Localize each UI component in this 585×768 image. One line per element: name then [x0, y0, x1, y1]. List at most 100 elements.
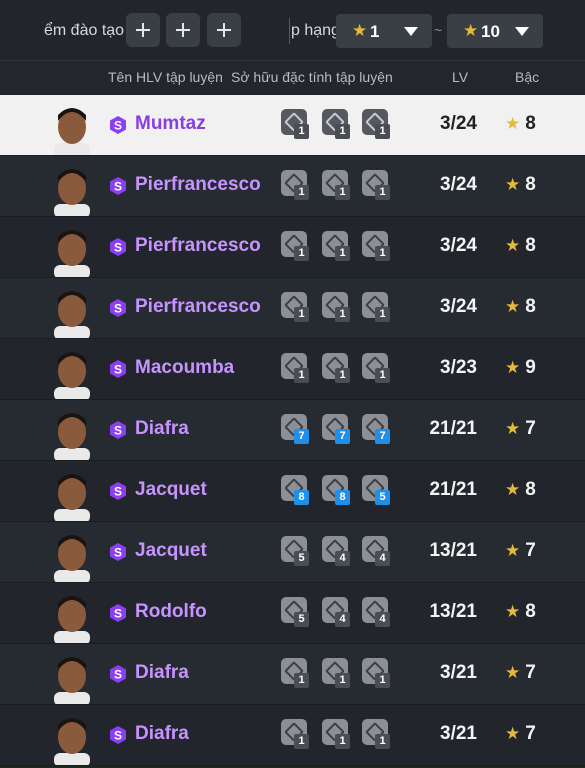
trait-icon[interactable]: 7: [281, 414, 317, 444]
coach-level: 3/24: [440, 296, 477, 317]
table-row[interactable]: S Jacquet 8 8 5 21/21 ★ 8: [0, 461, 585, 522]
trait-icon[interactable]: 1: [281, 231, 317, 261]
coach-level: 3/23: [440, 357, 477, 378]
trait-icon[interactable]: 1: [322, 170, 358, 200]
trait-icon[interactable]: 1: [322, 109, 358, 139]
table-row[interactable]: S Rodolfo 5 4 4 13/21 ★ 8: [0, 583, 585, 644]
svg-text:S: S: [114, 729, 122, 743]
coach-rank: ★ 8: [505, 235, 536, 257]
coach-level: 13/21: [429, 601, 477, 622]
coach-level: 3/21: [440, 662, 477, 683]
trait-icon[interactable]: 4: [322, 597, 358, 627]
rank-value: 8: [525, 174, 536, 195]
trait-level-badge: 4: [375, 551, 390, 566]
trait-level-badge: 1: [375, 185, 390, 200]
trait-icon[interactable]: 4: [362, 597, 398, 627]
table-row[interactable]: S Macoumba 1 1 1 3/23 ★ 9: [0, 339, 585, 400]
table-row[interactable]: S Jacquet 5 4 4 13/21 ★ 7: [0, 522, 585, 583]
trait-level-badge: 1: [294, 673, 309, 688]
trait-level-badge: 7: [294, 429, 309, 444]
coach-name: Diafra: [135, 723, 189, 744]
trait-level-badge: 1: [294, 368, 309, 383]
table-row[interactable]: S Pierfrancesco 1 1 1 3/24 ★ 8: [0, 156, 585, 217]
trait-icon[interactable]: 1: [281, 109, 317, 139]
add-slot-1-button[interactable]: [126, 13, 160, 47]
rank-filter-label: p hạng: [291, 22, 340, 39]
table-row[interactable]: S Mumtaz 1 1 1 3/24 ★ 8: [0, 95, 585, 156]
rank-value: 8: [525, 235, 536, 256]
svg-text:S: S: [114, 607, 122, 621]
svg-text:S: S: [114, 485, 122, 499]
special-badge-icon: S: [108, 664, 128, 684]
add-slot-3-button[interactable]: [207, 13, 241, 47]
rank-min-dropdown[interactable]: ★ 1: [336, 14, 432, 48]
trait-icon[interactable]: 8: [281, 475, 317, 505]
svg-text:S: S: [114, 668, 122, 682]
range-separator: ~: [434, 22, 443, 38]
trait-icon[interactable]: 5: [362, 475, 398, 505]
avatar: [48, 589, 96, 643]
trait-level-badge: 1: [375, 734, 390, 749]
table-row[interactable]: S Diafra 7 7 7 21/21 ★ 7: [0, 400, 585, 461]
trait-level-badge: 1: [375, 246, 390, 261]
trait-icon[interactable]: 1: [322, 719, 358, 749]
coach-rank: ★ 8: [505, 174, 536, 196]
coach-rank: ★ 8: [505, 479, 536, 501]
trait-icon[interactable]: 1: [362, 231, 398, 261]
trait-icon[interactable]: 1: [281, 292, 317, 322]
trait-icon[interactable]: 1: [362, 170, 398, 200]
special-badge-icon: S: [108, 298, 128, 318]
coach-level: 13/21: [429, 540, 477, 561]
special-badge-icon: S: [108, 115, 128, 135]
trait-icon[interactable]: 5: [281, 597, 317, 627]
trait-icon[interactable]: 1: [322, 353, 358, 383]
svg-text:S: S: [114, 424, 122, 438]
rank-value: 9: [525, 357, 536, 378]
star-icon: ★: [505, 541, 521, 560]
trait-icon[interactable]: 8: [322, 475, 358, 505]
trait-icon[interactable]: 1: [281, 658, 317, 688]
trait-icon[interactable]: 5: [281, 536, 317, 566]
avatar: [48, 223, 96, 277]
trait-icon[interactable]: 1: [362, 353, 398, 383]
trait-icon[interactable]: 7: [362, 414, 398, 444]
trait-icon[interactable]: 1: [362, 658, 398, 688]
rank-value: 7: [525, 662, 536, 683]
star-icon: ★: [505, 480, 521, 499]
coach-rank: ★ 8: [505, 113, 536, 135]
coach-rank: ★ 9: [505, 357, 536, 379]
trait-icon[interactable]: 1: [281, 170, 317, 200]
table-row[interactable]: S Pierfrancesco 1 1 1 3/24 ★ 8: [0, 278, 585, 339]
trait-level-badge: 1: [294, 185, 309, 200]
trait-level-badge: 8: [335, 490, 350, 505]
star-icon: ★: [505, 297, 521, 316]
trait-icon[interactable]: 4: [362, 536, 398, 566]
star-icon: ★: [505, 724, 521, 743]
rank-value: 7: [525, 540, 536, 561]
trait-icon[interactable]: 1: [322, 231, 358, 261]
trait-icon[interactable]: 1: [281, 353, 317, 383]
trait-icon[interactable]: 1: [362, 719, 398, 749]
divider: [289, 18, 290, 44]
avatar: [48, 345, 96, 399]
rank-max-value: 10: [481, 22, 500, 41]
trait-icon[interactable]: 1: [322, 658, 358, 688]
column-header-rank: Bậc: [515, 69, 540, 85]
coach-name: Jacquet: [135, 479, 207, 500]
trait-icon[interactable]: 1: [362, 109, 398, 139]
table-row[interactable]: S Diafra 1 1 1 3/21 ★ 7: [0, 705, 585, 766]
table-row[interactable]: S Pierfrancesco 1 1 1 3/24 ★ 8: [0, 217, 585, 278]
trait-icon[interactable]: 1: [322, 292, 358, 322]
trait-level-badge: 4: [335, 612, 350, 627]
coach-name: Pierfrancesco: [135, 235, 261, 256]
trait-icon[interactable]: 7: [322, 414, 358, 444]
rank-max-dropdown[interactable]: ★ 10: [447, 14, 543, 48]
trait-level-badge: 1: [294, 124, 309, 139]
trait-icon[interactable]: 1: [362, 292, 398, 322]
trait-level-badge: 1: [335, 124, 350, 139]
table-row[interactable]: S Diafra 1 1 1 3/21 ★ 7: [0, 644, 585, 705]
trait-icon[interactable]: 1: [281, 719, 317, 749]
rank-value: 8: [525, 479, 536, 500]
trait-icon[interactable]: 4: [322, 536, 358, 566]
add-slot-2-button[interactable]: [166, 13, 200, 47]
